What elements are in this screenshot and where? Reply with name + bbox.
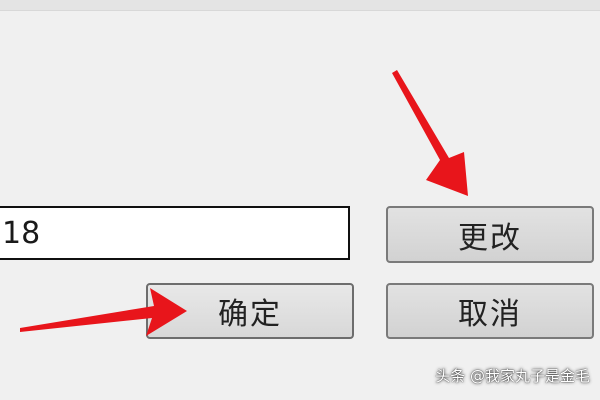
annotation-arrow-down-icon	[392, 70, 468, 196]
window-top-strip	[0, 0, 600, 10]
confirm-button[interactable]: 确定	[146, 283, 354, 339]
divider	[0, 10, 600, 11]
cancel-button[interactable]: 取消	[386, 283, 594, 339]
annotation-arrows	[20, 70, 468, 336]
value-input[interactable]	[0, 206, 350, 260]
watermark: 头条 @我家丸子是金毛	[435, 367, 590, 385]
change-button[interactable]: 更改	[386, 206, 594, 263]
